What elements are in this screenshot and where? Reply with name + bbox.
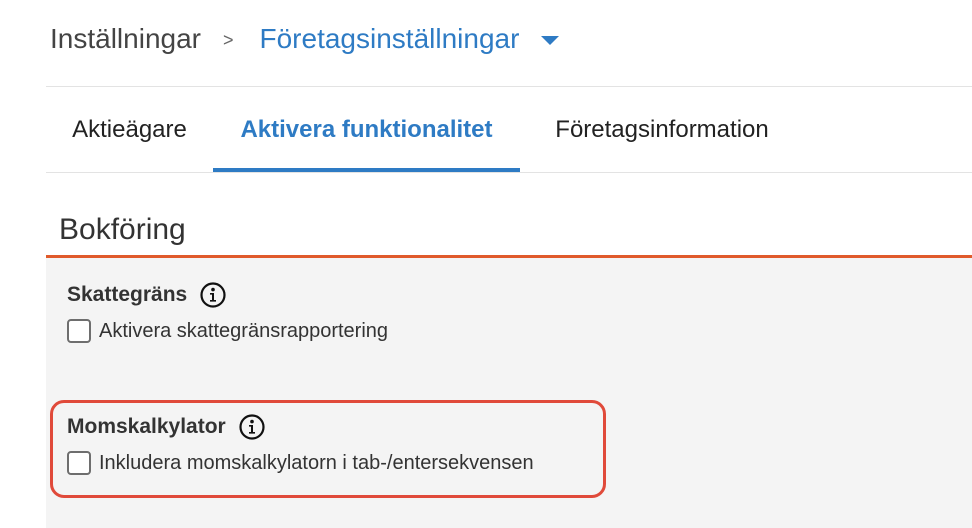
chevron-down-icon — [541, 36, 560, 45]
tax-threshold-heading: Skattegräns — [67, 283, 188, 306]
section-title: Bokföring — [59, 213, 186, 246]
highlight-annotation — [50, 400, 606, 498]
tab-label: Aktivera funktionalitet — [240, 116, 493, 143]
tab-foretagsinformation[interactable]: Företagsinformation — [520, 88, 804, 172]
company-settings-dropdown[interactable]: Företagsinställningar — [260, 23, 560, 55]
tax-threshold-checkbox-label[interactable]: Aktivera skattegränsrapportering — [99, 320, 388, 343]
tab-aktivera-funktionalitet[interactable]: Aktivera funktionalitet — [213, 88, 520, 172]
tax-threshold-group: Skattegräns Aktivera skattegränsrapporte… — [67, 281, 388, 343]
tabs-divider — [46, 172, 972, 173]
tab-label: Aktieägare — [72, 116, 187, 143]
group-label: Skattegräns — [67, 281, 388, 309]
info-icon[interactable] — [199, 281, 227, 309]
tab-label: Företagsinformation — [555, 116, 769, 143]
tax-threshold-checkbox[interactable] — [67, 319, 91, 343]
breadcrumb: Inställningar > Företagsinställningar — [50, 20, 560, 58]
header-divider — [46, 86, 972, 87]
breadcrumb-root[interactable]: Inställningar — [50, 23, 201, 55]
breadcrumb-current: Företagsinställningar — [259, 23, 520, 54]
tab-bar: Aktieägare Aktivera funktionalitet Föret… — [46, 88, 972, 172]
tab-aktieagare[interactable]: Aktieägare — [46, 88, 213, 172]
tax-threshold-checkbox-row[interactable]: Aktivera skattegränsrapportering — [67, 319, 388, 343]
breadcrumb-separator: > — [222, 29, 234, 50]
